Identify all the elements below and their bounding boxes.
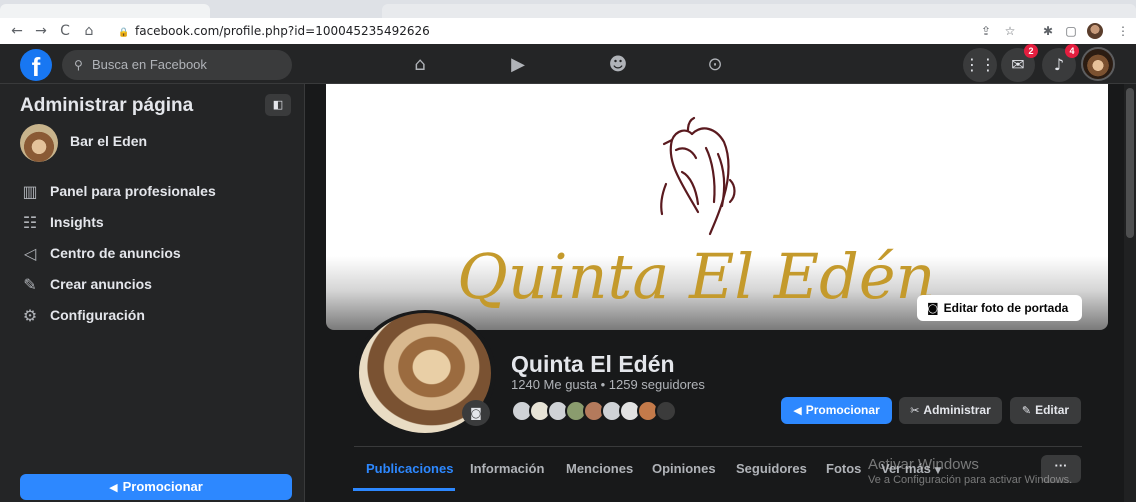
tab-informacion[interactable]: Información: [470, 461, 544, 476]
follower-avatars: [511, 400, 711, 422]
gaming-nav-icon[interactable]: ⊙: [702, 52, 728, 78]
promote-button-label: Promocionar: [805, 403, 880, 417]
scrollbar-thumb[interactable]: [1126, 88, 1134, 238]
collapse-sidebar-icon[interactable]: ◧: [265, 94, 291, 116]
camera-icon[interactable]: ◙: [462, 400, 490, 426]
reload-icon[interactable]: C: [54, 19, 76, 43]
sidebar-item-ad-center[interactable]: ◁ Centro de anuncios: [20, 244, 290, 264]
search-icon: ⚲: [74, 58, 83, 72]
sidebar-item-label: Insights: [50, 214, 104, 230]
address-bar[interactable]: 🔒 facebook.com/profile.php?id=10004523549…: [118, 21, 968, 41]
cover-title-text: Quinta El Edén: [457, 240, 935, 313]
windows-activation-text: Ve a Configuración para activar Windows.: [868, 474, 1073, 486]
sidebar-item-create-ads[interactable]: ✎ Crear anuncios: [20, 275, 290, 295]
sidebar-item-label: Panel para profesionales: [50, 183, 216, 199]
puzzle-icon[interactable]: ✱: [1037, 19, 1059, 43]
page-stats: 1240 Me gusta • 1259 seguidores: [511, 377, 705, 392]
sidebar-promote-button[interactable]: ◀ Promocionar: [20, 474, 292, 500]
megaphone-icon: ◀: [109, 481, 118, 494]
profile-divider: [354, 446, 1082, 447]
sidebar-item-label: Configuración: [50, 307, 145, 323]
browser-tab-inactive[interactable]: [382, 4, 1136, 18]
watch-nav-icon[interactable]: ▶: [505, 52, 531, 78]
page-name[interactable]: Bar el Eden: [70, 133, 147, 149]
sidebar-item-panel[interactable]: ▥ Panel para profesionales: [20, 182, 290, 202]
tab-opiniones[interactable]: Opiniones: [652, 461, 716, 476]
back-icon[interactable]: ←: [6, 19, 28, 43]
groups-nav-icon[interactable]: ☻: [605, 52, 631, 78]
camera-icon: ◙: [927, 301, 939, 315]
insights-icon: ☷: [22, 213, 38, 232]
home-icon[interactable]: ⌂: [78, 19, 100, 43]
manage-button[interactable]: ✂ Administrar: [899, 397, 1002, 424]
browser-profile-icon[interactable]: [1087, 23, 1103, 39]
account-avatar[interactable]: [1081, 47, 1115, 81]
cover-photo: Quinta El Edén: [326, 84, 1108, 330]
messenger-badge: 2: [1024, 44, 1038, 58]
edit-cover-label: Editar foto de portada: [943, 301, 1069, 315]
sidebar-item-label: Centro de anuncios: [50, 245, 181, 261]
edit-cover-photo-button[interactable]: ◙ Editar foto de portada: [917, 295, 1082, 321]
megaphone-icon: ◁: [23, 244, 37, 263]
menu-grid-icon[interactable]: ⋮⋮: [963, 48, 997, 82]
page-title: Quinta El Edén: [511, 351, 675, 377]
gear-icon: ⚙: [22, 306, 38, 325]
edit-button[interactable]: ✎ Editar: [1010, 397, 1081, 424]
tab-fotos[interactable]: Fotos: [826, 461, 861, 476]
star-icon[interactable]: ☆: [999, 19, 1021, 43]
sidebar-title: Administrar página: [20, 95, 194, 116]
lock-icon: 🔒: [118, 28, 130, 38]
tools-icon: ✂: [910, 404, 920, 417]
avatar[interactable]: [655, 400, 677, 422]
sidebar-item-settings[interactable]: ⚙ Configuración: [20, 306, 290, 326]
share-icon[interactable]: ⇪: [975, 19, 997, 43]
forward-icon[interactable]: →: [30, 19, 52, 43]
sidebar-item-label: Crear anuncios: [50, 276, 152, 292]
facebook-logo[interactable]: f: [20, 49, 52, 81]
sidebar-icon[interactable]: ▢: [1060, 19, 1082, 43]
sidebar-item-insights[interactable]: ☷ Insights: [20, 213, 290, 233]
url-text: facebook.com/profile.php?id=100045235492…: [135, 24, 430, 38]
windows-activation-title: Activar Windows: [868, 456, 979, 473]
menu-icon[interactable]: ⋮: [1112, 19, 1134, 43]
search-placeholder: Busca en Facebook: [92, 57, 207, 72]
manage-button-label: Administrar: [923, 403, 991, 417]
edit-button-label: Editar: [1035, 403, 1070, 417]
promote-label: Promocionar: [122, 479, 203, 494]
tab-publicaciones[interactable]: Publicaciones: [366, 461, 453, 476]
promote-button[interactable]: ◀ Promocionar: [781, 397, 892, 424]
notifications-badge: 4: [1065, 44, 1079, 58]
dashboard-icon: ▥: [22, 182, 38, 201]
home-nav-icon[interactable]: ⌂: [407, 52, 433, 78]
tab-seguidores[interactable]: Seguidores: [736, 461, 807, 476]
active-tab-indicator: [353, 488, 455, 491]
megaphone-icon: ◀: [793, 404, 802, 417]
horse-logo-icon: Quinta El Edén: [457, 116, 935, 313]
tab-menciones[interactable]: Menciones: [566, 461, 633, 476]
browser-tab-active[interactable]: [0, 4, 210, 18]
page-avatar[interactable]: [20, 124, 58, 162]
pencil-icon: ✎: [23, 275, 37, 294]
pencil-icon: ✎: [1021, 404, 1032, 417]
search-input[interactable]: ⚲ Busca en Facebook: [62, 50, 292, 80]
